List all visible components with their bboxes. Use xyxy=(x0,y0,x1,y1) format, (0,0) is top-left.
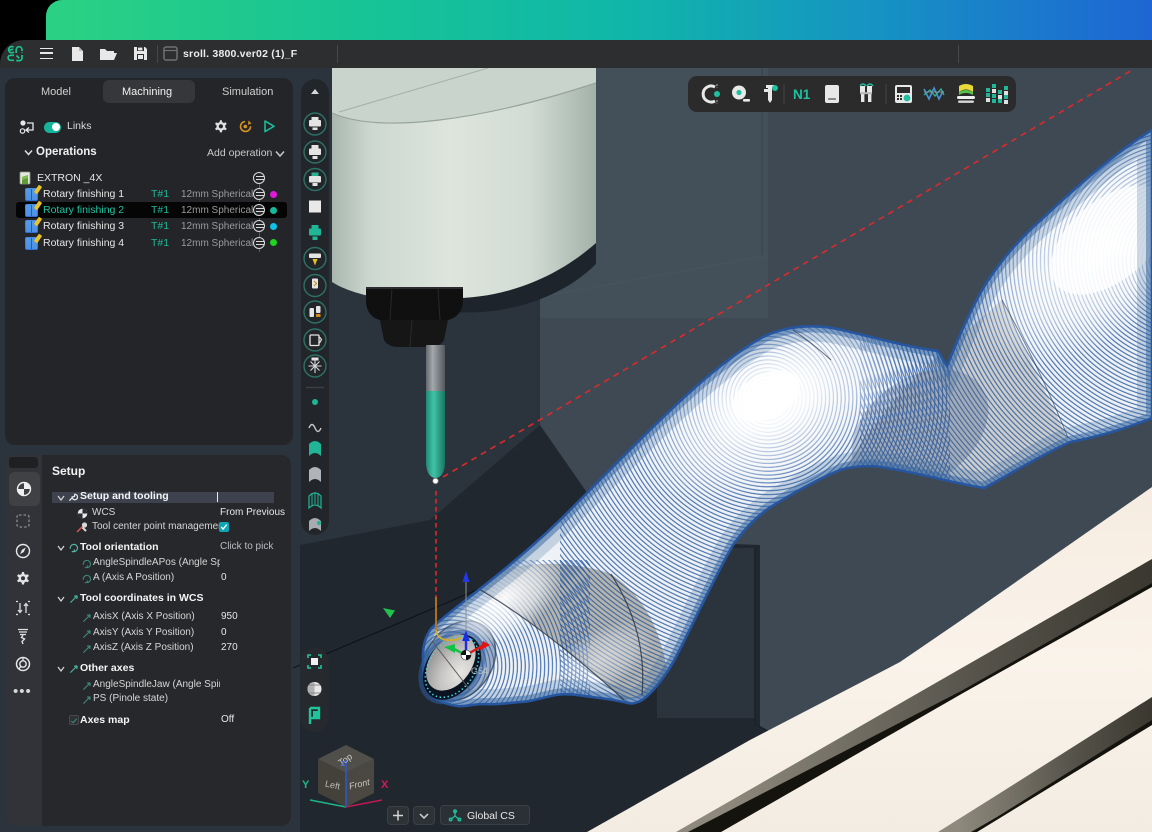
svg-text:X: X xyxy=(381,779,389,791)
svg-text:Y: Y xyxy=(302,779,310,791)
svg-text:G54: G54 xyxy=(471,666,488,676)
svg-text:N1: N1 xyxy=(793,87,811,102)
svg-text:Z: Z xyxy=(341,759,346,768)
